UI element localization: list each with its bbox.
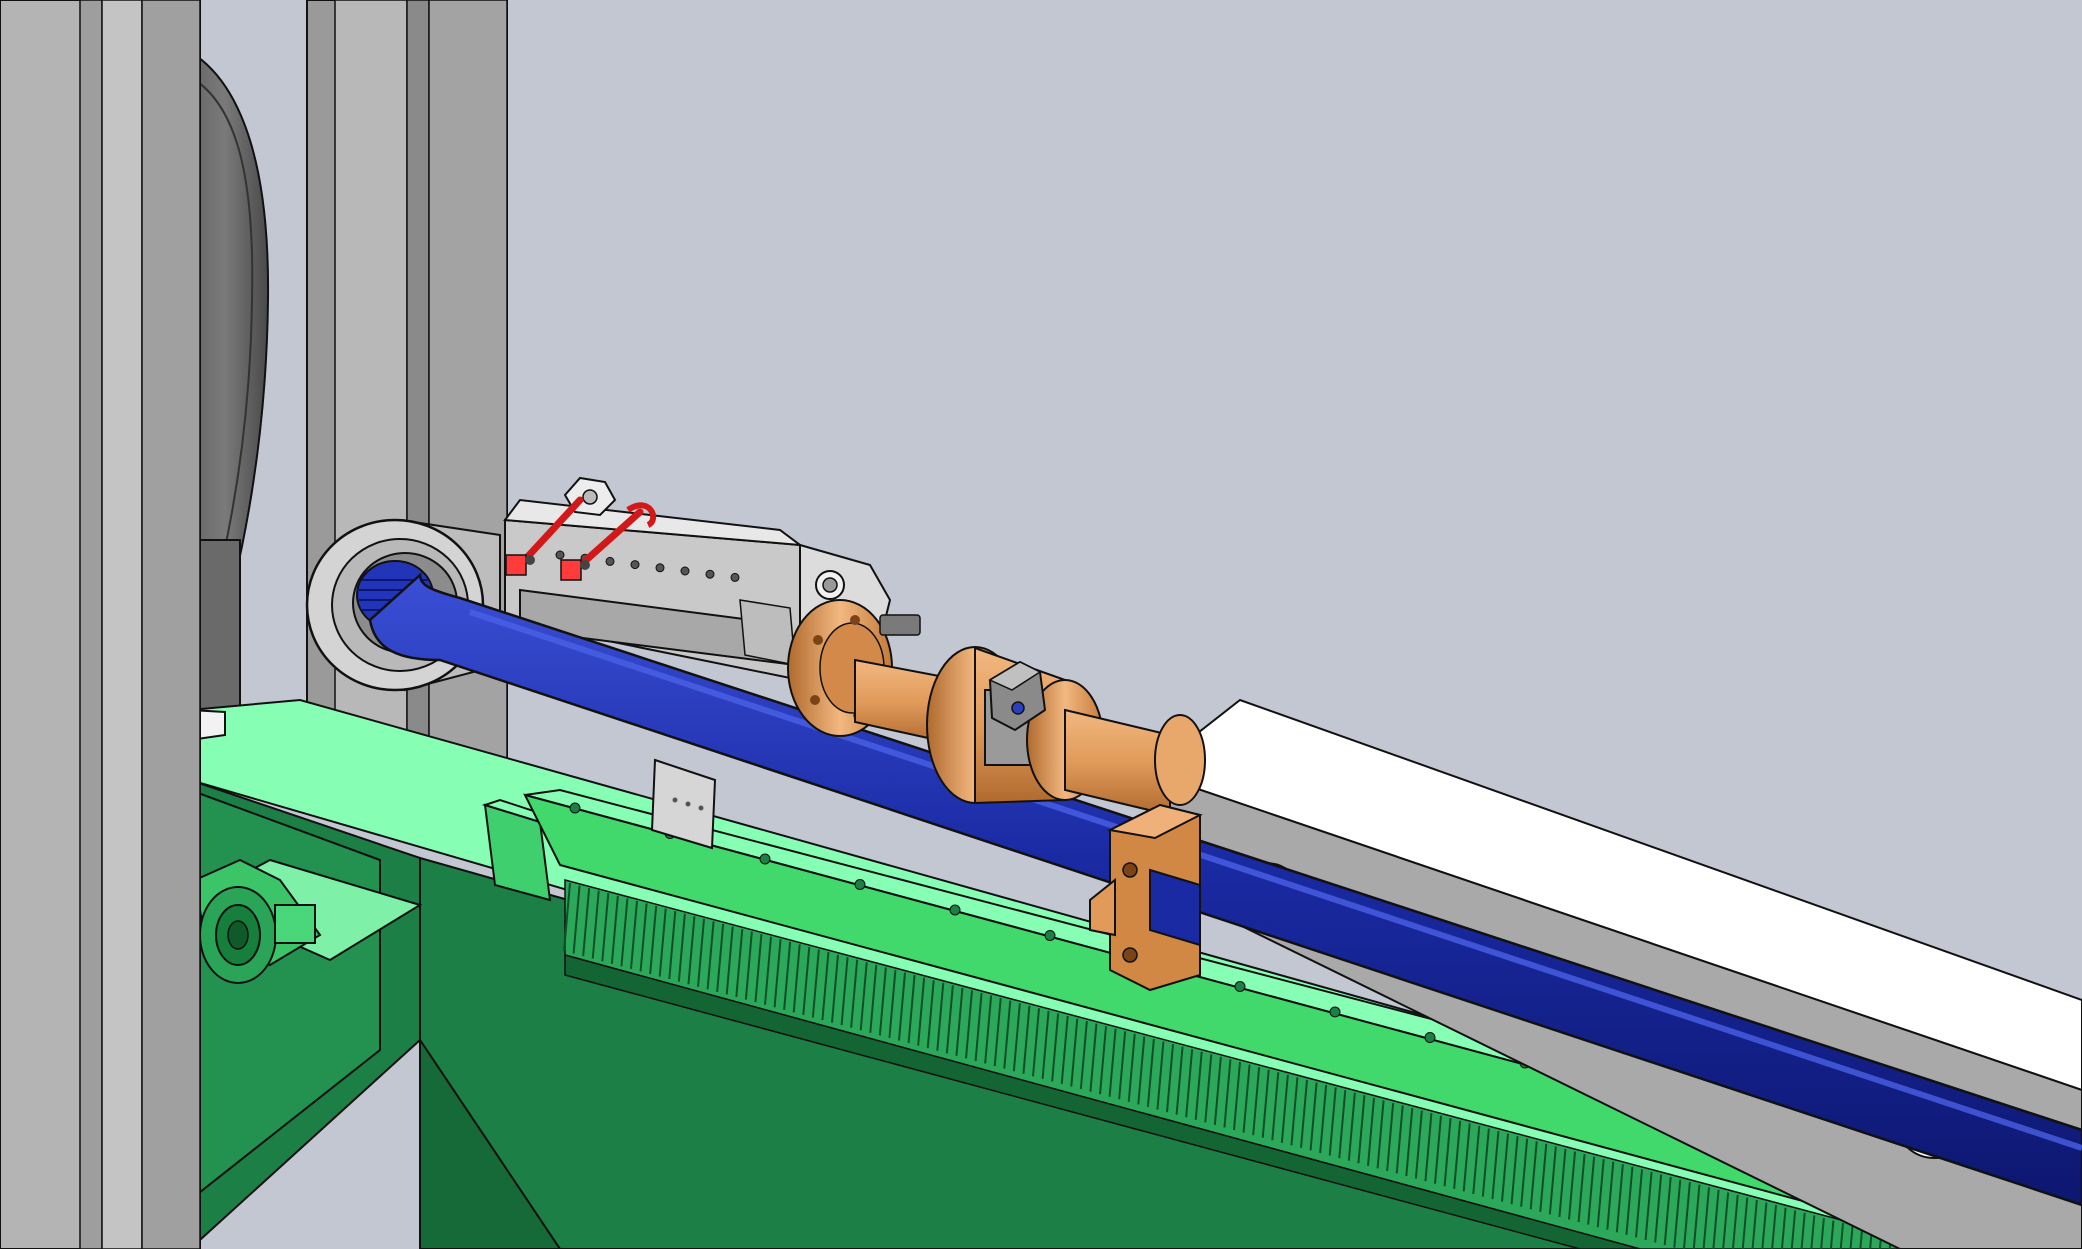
rack-hole <box>949 904 961 916</box>
plate-hole <box>605 556 615 566</box>
rack-hole <box>1234 981 1246 992</box>
plate-hole <box>555 550 565 560</box>
rack-hole <box>854 879 866 890</box>
plate-hole <box>730 572 740 582</box>
plate-hole <box>680 566 690 576</box>
rack-hole <box>759 853 771 865</box>
plate-hole <box>705 569 715 579</box>
rack-hole <box>1044 930 1056 941</box>
plate-hole <box>630 560 640 570</box>
plate-hole <box>655 563 665 573</box>
cad-assembly-drawing <box>0 0 2082 1249</box>
rack-hole <box>1424 1032 1436 1043</box>
vertical-frame-post-left <box>0 0 201 1249</box>
rack-hole <box>1329 1006 1341 1018</box>
rack-hole <box>569 802 581 814</box>
cad-viewport[interactable] <box>0 0 2082 1249</box>
